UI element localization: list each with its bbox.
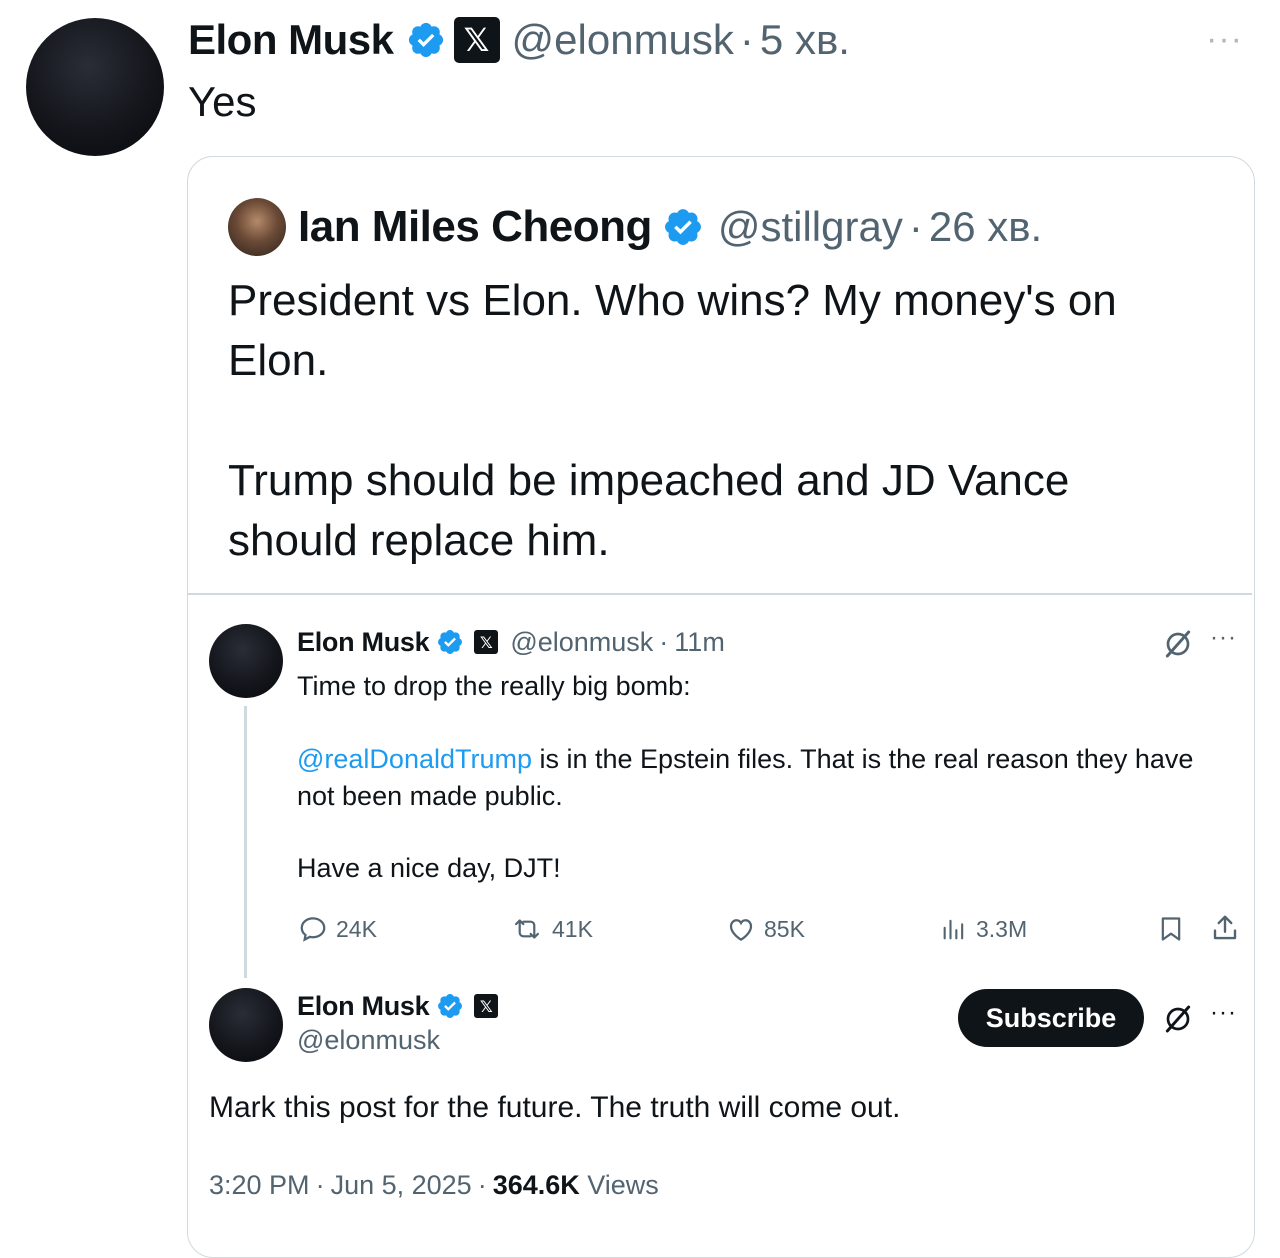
verified-badge-icon [408,22,443,58]
author-handle[interactable]: @elonmusk [512,16,734,64]
separator: · [315,1169,325,1200]
views-action: 3.3M [940,912,1027,946]
grok-icon [1165,630,1191,658]
x-logo-icon: 𝕏 [453,17,500,63]
bookmark-icon [1161,917,1181,941]
quoted-text-line: Elon. [228,336,329,385]
post-time: 3:20 PM [209,1169,310,1200]
screenshot-author-name: Elon Musk [297,990,430,1021]
like-action: 85K [726,912,805,946]
thread-line [244,706,247,978]
screenshot-post2-meta: 3:20 PM · Jun 5, 2025 · 364.6K Views [209,1167,659,1203]
quoted-author-handle[interactable]: @stillgray [718,203,903,251]
repost-count: 41K [552,915,593,942]
quoted-author-name[interactable]: Ian Miles Cheong [298,202,652,252]
heart-icon [729,919,753,941]
views-count: 364.6K [492,1169,580,1200]
views-count: 3.3M [976,915,1028,942]
verified-badge-icon [664,209,701,245]
quoted-text-line: should replace him. [228,516,610,565]
repost-action: 41K [510,912,593,946]
separator: · [908,203,923,250]
views-icon [943,919,964,940]
media-divider [188,593,1252,595]
verified-badge-icon [438,630,463,654]
screenshot-author-handle: @elonmusk [297,1025,440,1055]
quoted-tweet-time[interactable]: 26 хв. [929,203,1042,251]
screenshot-post2-header: Elon Musk 𝕏 [297,988,499,1024]
more-icon[interactable]: ··· [1206,20,1243,59]
screenshot-post-time: 11m [674,626,725,657]
more-icon: ··· [1210,999,1237,1026]
screenshot-author-handle: @elonmusk [510,626,654,657]
author-name[interactable]: Elon Musk [188,16,394,64]
quoted-header: Ian Miles Cheong @stillgray · 26 хв. [298,198,1042,256]
screenshot-text-line: Time to drop the really big bomb: [297,671,691,701]
tweet-header: Elon Musk 𝕏 @elonmusk · 5 хв. [188,14,850,66]
post-date: Jun 5, 2025 [330,1169,472,1200]
screenshot-text-line: not been made public. [297,781,563,811]
mention-link: @realDonaldTrump [297,744,532,774]
quoted-text-line: Trump should be impeached and JD Vance [228,456,1070,505]
screenshot-text-line: Have a nice day, DJT! [297,853,561,883]
screenshot-author-name: Elon Musk [297,626,430,657]
x-logo-icon: 𝕏 [474,994,499,1018]
like-count: 85K [764,915,805,942]
share-icon [1213,915,1237,940]
separator: · [477,1169,487,1200]
screenshot-post2-text: Mark this post for the future. The truth… [209,1091,901,1124]
subscribe-button: Subscribe [958,989,1144,1047]
views-label: Views [579,1169,659,1200]
screenshot-text-line: @realDonaldTrump is in the Epstein files… [297,741,1193,778]
verified-badge-icon [438,994,463,1018]
tweet-time[interactable]: 5 хв. [760,16,850,64]
tweet-text: Yes [188,78,257,125]
grok-icon [1165,1005,1191,1033]
screenshot-post1-header: Elon Musk 𝕏 @elonmusk · 11m [297,624,725,660]
screenshot-avatar [209,624,283,698]
more-icon: ··· [1210,624,1237,651]
reply-count: 24K [336,915,377,942]
quoted-author-avatar[interactable] [228,198,286,256]
screenshot-text-span: is in the Epstein files. That is the rea… [532,744,1194,774]
reply-action: 24K [298,912,377,946]
reply-icon [300,917,326,942]
screenshot-avatar [209,988,283,1062]
avatar[interactable] [26,18,164,156]
separator: · [659,626,669,657]
separator: · [739,16,754,63]
quoted-text-line: President vs Elon. Who wins? My money's … [228,276,1117,325]
x-logo-icon: 𝕏 [474,630,499,654]
repost-icon [514,919,540,939]
